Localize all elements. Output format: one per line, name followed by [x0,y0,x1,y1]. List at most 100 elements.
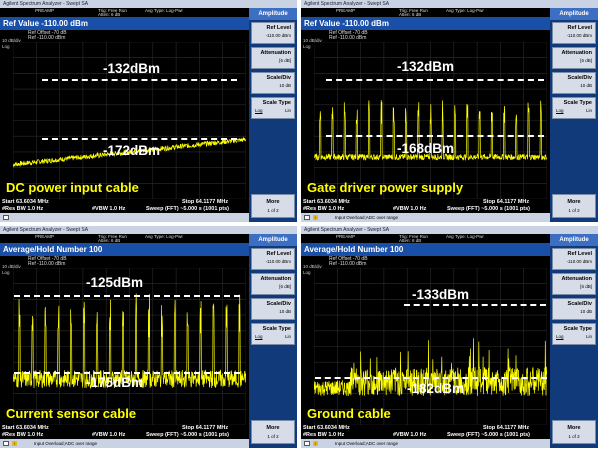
preamp-status: PREAMP [336,8,356,13]
attenuation-value: [6 dB] [580,58,592,63]
scale-div-value: 10 dB [580,309,592,314]
ref-level-label: Ref Level [266,251,291,257]
ref-level: Ref -110.00 dBm [329,35,367,41]
active-function-value: Ref Value -110.00 dBm [3,19,88,28]
more-page: 1 of 2 [267,208,279,213]
scale-div-softkey[interactable]: Scale/Div 10 dB [251,72,295,94]
active-function-bar: Ref Value -110.00 dBm [301,17,550,30]
lower-level-line [326,135,544,137]
message-text: Input Overload;ADC over range [335,441,399,446]
file-icon [304,215,310,220]
active-function-bar: Average/Hold Number 100 [301,243,550,256]
start-frequency: Start 63.6034 MHz [303,199,350,205]
vbw: #VBW 1.0 Hz [393,432,427,438]
window-title: Agilent Spectrum Analyzer - Swept SA [301,0,598,8]
ref-level: Ref -110.00 dBm [28,35,66,41]
scale-div-softkey[interactable]: Scale/Div 10 dB [251,298,295,320]
log-label: Log [2,44,10,49]
preamp-status: PREAMP [35,8,55,13]
softkey-menu: Amplitude Ref Level -110.00 dBm Attenuat… [249,8,297,222]
more-softkey[interactable]: More 1 of 2 [251,420,295,444]
message-bar [0,213,249,222]
ref-level-label: Ref Level [266,25,291,31]
scale-type-softkey[interactable]: Scale Type Log Lin [552,323,596,345]
status-line: PREAMP Trig: Free Run Avg Type: Log-Pwr … [0,234,249,243]
scale-type-softkey[interactable]: Scale Type Log Lin [251,97,295,119]
stop-frequency: Stop 64.1177 MHz [182,199,229,205]
stop-frequency: Stop 64.1177 MHz [483,425,530,431]
status-line: PREAMP Trig: Free Run Avg Type: Log-Pwr … [0,8,249,17]
ref-level-label: Ref Level [567,25,592,31]
active-function-value: Average/Hold Number 100 [3,245,103,254]
ref-level-value: -110.00 dBm [566,259,592,264]
attenuation-label: Attenuation [561,50,592,56]
upper-level-annotation: -132dBm [397,59,455,74]
menu-header: Amplitude [550,234,598,246]
menu-header: Amplitude [550,8,598,20]
scale-type-softkey[interactable]: Scale Type Log Lin [251,323,295,345]
scale-div-label: Scale/Div [567,75,592,81]
active-function-value: Average/Hold Number 100 [304,245,404,254]
scale-type-log: Log [556,334,564,339]
rbw: #Res BW 1.0 Hz [303,206,345,212]
scale-type-log: Log [255,334,263,339]
bottom-readout: Start 63.6034 MHz #Res BW 1.0 Hz #VBW 1.… [0,425,249,439]
softkey-menu: Amplitude Ref Level -110.00 dBm Attenuat… [550,8,598,222]
analyzer-panel-current-sensor: Agilent Spectrum Analyzer - Swept SA PRE… [0,226,297,448]
more-softkey[interactable]: More 1 of 2 [251,194,295,218]
attenuation-softkey[interactable]: Attenuation [6 dB] [552,47,596,69]
vbw: #VBW 1.0 Hz [92,432,126,438]
bottom-readout: Start 63.6034 MHz #Res BW 1.0 Hz #VBW 1.… [301,199,550,213]
active-function-bar: Average/Hold Number 100 [0,243,249,256]
softkey-menu: Amplitude Ref Level -110.00 dBm Attenuat… [249,234,297,448]
ref-level: Ref -110.00 dBm [329,261,367,267]
sweep-time: Sweep (FFT) ~5.000 s (1001 pts) [146,432,229,438]
scale-div-label: Scale/Div [266,75,291,81]
more-softkey[interactable]: More 1 of 2 [552,420,596,444]
upper-level-annotation: -133dBm [412,287,470,302]
scale-div-value: 10 dB [580,83,592,88]
ref-level-softkey[interactable]: Ref Level -110.00 dBm [552,248,596,270]
active-function-bar: Ref Value -110.00 dBm [0,17,249,30]
attenuation-softkey[interactable]: Attenuation [6 dB] [251,273,295,295]
status-warning-icon: ! [313,441,319,446]
ref-level-softkey[interactable]: Ref Level -110.00 dBm [552,22,596,44]
avg-type-status: Avg Type: Log-Pwr [145,234,183,239]
scale-div-softkey[interactable]: Scale/Div 10 dB [552,298,596,320]
ref-level-softkey[interactable]: Ref Level -110.00 dBm [251,248,295,270]
more-softkey[interactable]: More 1 of 2 [552,194,596,218]
attenuation-softkey[interactable]: Attenuation [6 dB] [251,47,295,69]
attenuation-value: [6 dB] [279,58,291,63]
upper-level-line [42,79,237,81]
scale-type-log: Log [556,108,564,113]
attenuation-softkey[interactable]: Attenuation [6 dB] [552,273,596,295]
ref-level-value: -110.00 dBm [265,259,291,264]
attenuation-value: [6 dB] [279,284,291,289]
panel-caption: Gate driver power supply [307,180,464,195]
avg-type-status: Avg Type: Log-Pwr [145,8,183,13]
menu-header: Amplitude [249,8,297,20]
upper-level-line [14,295,240,297]
log-label: Log [2,270,10,275]
start-frequency: Start 63.6034 MHz [303,425,350,431]
more-page: 1 of 2 [568,208,580,213]
stop-frequency: Stop 64.1177 MHz [182,425,229,431]
start-frequency: Start 63.6034 MHz [2,199,49,205]
spectrum-plot [13,268,246,425]
attenuation-label: Attenuation [260,50,291,56]
panel-caption: Ground cable [307,406,391,421]
stop-frequency: Stop 64.1177 MHz [483,199,530,205]
upper-level-line [326,79,544,81]
analyzer-panel-gate-driver: Agilent Spectrum Analyzer - Swept SA PRE… [301,0,598,222]
scale-div-softkey[interactable]: Scale/Div 10 dB [552,72,596,94]
scale-type-softkey[interactable]: Scale Type Log Lin [552,97,596,119]
scale-div-label: Scale/Div [567,301,592,307]
ref-level-softkey[interactable]: Ref Level -110.00 dBm [251,22,295,44]
more-label: More [567,425,581,431]
scale-type-label: Scale Type [563,326,592,332]
file-icon [3,215,9,220]
rbw: #Res BW 1.0 Hz [2,206,44,212]
rbw: #Res BW 1.0 Hz [303,432,345,438]
bottom-readout: Start 63.6034 MHz #Res BW 1.0 Hz #VBW 1.… [0,199,249,213]
log-label: Log [303,44,311,49]
